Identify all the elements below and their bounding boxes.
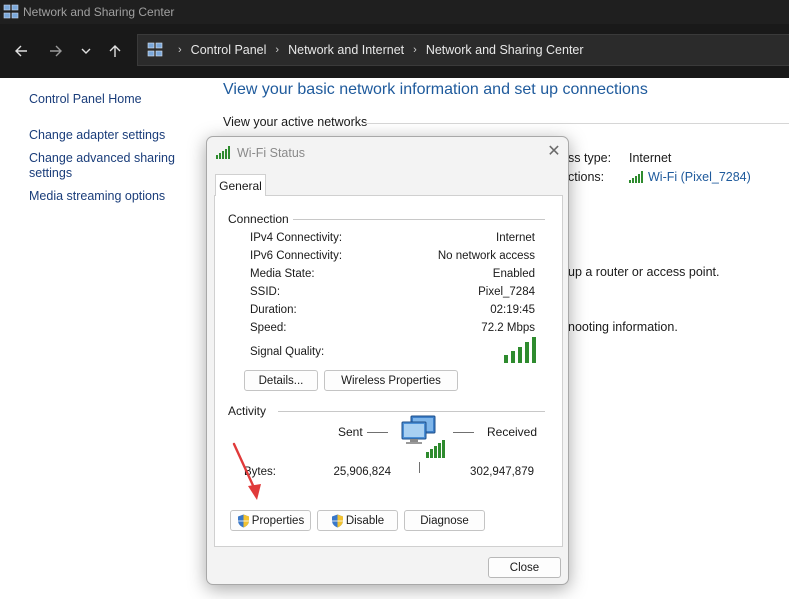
ipv4-label: IPv4 Connectivity:: [250, 232, 343, 244]
ipv6-value: No network access: [437, 250, 535, 262]
diagnose-button[interactable]: Diagnose: [404, 510, 485, 531]
divider: [278, 411, 545, 412]
disable-button-label[interactable]: Disable: [346, 515, 384, 527]
arrow-right-icon: [50, 45, 62, 57]
duration-label: Duration:: [250, 304, 297, 316]
up-button[interactable]: [101, 37, 129, 65]
troubleshoot-text[interactable]: nooting information.: [568, 320, 678, 334]
connection-group-label: Connection: [228, 212, 289, 226]
bytes-sent-value: 25,906,824: [333, 466, 391, 478]
network-computers-icon: [401, 415, 445, 458]
divider: [453, 432, 474, 433]
general-panel: Connection IPv4 Connectivity: Internet I…: [214, 195, 563, 547]
media-state-label: Media State:: [250, 268, 315, 280]
dialog-title: Wi-Fi Status: [237, 146, 306, 160]
wifi-status-dialog: Wi-Fi Status ✕ General Connection IPv4 C…: [206, 136, 569, 585]
ipv6-label: IPv6 Connectivity:: [250, 250, 343, 262]
back-button[interactable]: [7, 37, 35, 65]
change-advanced-sharing-link[interactable]: Change advanced sharing settings: [29, 151, 199, 181]
breadcrumb-control-panel[interactable]: Control Panel: [191, 43, 267, 57]
chevron-right-icon[interactable]: ›: [275, 44, 279, 56]
forward-button[interactable]: [42, 37, 70, 65]
received-label: Received: [487, 425, 538, 439]
media-state-value: Enabled: [492, 268, 535, 280]
chevron-right-icon[interactable]: ›: [413, 44, 417, 56]
setup-router-text[interactable]: up a router or access point.: [568, 265, 719, 279]
wifi-connection-link[interactable]: Wi-Fi (Pixel_7284): [629, 170, 751, 184]
active-networks-heading: View your active networks: [223, 115, 368, 129]
annotation-arrow-icon: [232, 442, 261, 500]
ssid-label: SSID:: [250, 286, 281, 298]
left-nav: Control Panel Home Change adapter settin…: [29, 92, 199, 204]
network-center-icon: [3, 4, 19, 19]
arrow-left-icon: [15, 45, 27, 57]
change-adapter-settings-link[interactable]: Change adapter settings: [29, 128, 199, 143]
breadcrumb-network-and-internet[interactable]: Network and Internet: [288, 43, 404, 57]
recent-locations-button[interactable]: [72, 37, 100, 65]
wifi-connection-label[interactable]: Wi-Fi (Pixel_7284): [648, 170, 751, 184]
arrow-up-icon: [109, 45, 121, 57]
duration-value: 02:19:45: [490, 304, 535, 316]
access-type-value: Internet: [629, 151, 672, 165]
signal-strength-icon: [504, 337, 536, 363]
activity-group-label: Activity: [228, 404, 267, 418]
close-button[interactable]: Close: [488, 557, 561, 578]
navigation-bar: › Control Panel › Network and Internet ›…: [0, 24, 789, 78]
properties-button-label[interactable]: Properties: [252, 515, 304, 527]
chevron-down-icon: [81, 48, 91, 54]
ipv4-value: Internet: [496, 232, 535, 244]
divider: [367, 432, 388, 433]
tab-general[interactable]: General: [215, 174, 266, 196]
connections-label: ctions:: [568, 170, 605, 184]
network-center-icon: [147, 42, 163, 57]
speed-value: 72.2 Mbps: [481, 322, 535, 334]
speed-label: Speed:: [250, 322, 287, 334]
close-icon[interactable]: ✕: [545, 143, 563, 161]
chevron-right-icon: ›: [178, 44, 182, 56]
uac-shield-icon: [237, 514, 249, 527]
divider: [365, 123, 789, 124]
divider: [293, 219, 545, 220]
disable-button[interactable]: Disable: [317, 510, 398, 531]
title-bar: Network and Sharing Center: [0, 0, 789, 24]
page-title: View your basic network information and …: [223, 81, 648, 98]
access-type-label: ss type:: [568, 151, 612, 165]
bytes-received-value: 302,947,879: [470, 466, 534, 478]
breadcrumb-network-sharing-center[interactable]: Network and Sharing Center: [426, 43, 584, 57]
uac-shield-icon: [331, 514, 343, 527]
sent-label: Sent: [338, 425, 363, 439]
wifi-signal-icon: [629, 171, 643, 183]
wifi-signal-icon: [216, 146, 230, 159]
media-streaming-options-link[interactable]: Media streaming options: [29, 189, 199, 204]
properties-button[interactable]: Properties: [230, 510, 311, 531]
divider: [419, 462, 420, 473]
wireless-properties-button[interactable]: Wireless Properties: [324, 370, 458, 391]
ssid-value: Pixel_7284: [478, 286, 535, 298]
details-button[interactable]: Details...: [244, 370, 318, 391]
signal-quality-label: Signal Quality:: [250, 346, 325, 358]
control-panel-home-link[interactable]: Control Panel Home: [29, 92, 199, 107]
window-title: Network and Sharing Center: [23, 5, 175, 19]
address-bar[interactable]: › Control Panel › Network and Internet ›…: [137, 34, 789, 66]
